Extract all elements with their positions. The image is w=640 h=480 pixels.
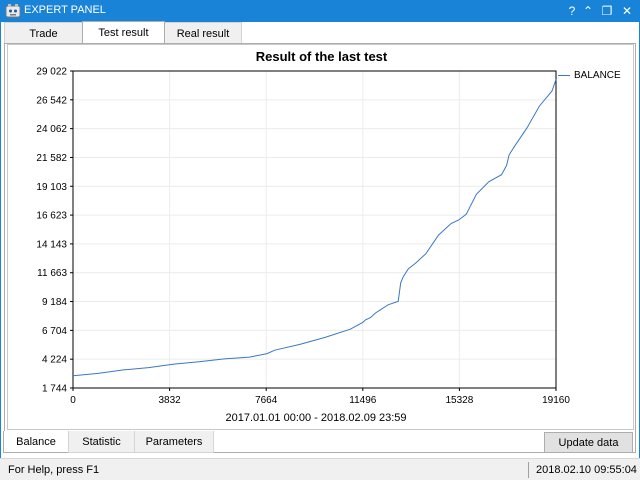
x-tick-label: 19160	[542, 395, 570, 406]
tab-label: Statistic	[82, 435, 121, 448]
y-tick-label: 9 184	[42, 297, 67, 308]
x-tick-label: 15328	[445, 395, 473, 406]
close-button[interactable]: ✕	[618, 1, 636, 21]
window-title: EXPERT PANEL	[24, 4, 106, 16]
tab-statistic[interactable]: Statistic	[68, 431, 135, 453]
tab-label: Real result	[176, 27, 230, 40]
top-tab-strip: Trade Test result Real result	[4, 21, 242, 44]
tab-label: Parameters	[145, 435, 203, 448]
tab-label: Trade	[29, 27, 58, 40]
tab-label: Test result	[98, 27, 149, 39]
y-tick-label: 24 062	[36, 124, 67, 135]
status-datetime: 2018.02.10 09:55:04	[536, 464, 637, 476]
status-help-text: For Help, press F1	[8, 464, 100, 476]
y-tick-label: 21 582	[36, 153, 67, 164]
tab-balance[interactable]: Balance	[3, 431, 69, 453]
minimize-button[interactable]: ⌃	[579, 1, 597, 21]
tab-parameters[interactable]: Parameters	[134, 431, 214, 453]
tab-real-result[interactable]: Real result	[164, 22, 242, 44]
update-data-button[interactable]: Update data	[544, 432, 633, 453]
restore-button[interactable]: ❐	[598, 1, 616, 21]
y-tick-label: 6 704	[42, 326, 67, 337]
y-tick-label: 29 022	[36, 67, 67, 78]
y-tick-label: 19 103	[36, 182, 67, 193]
y-tick-label: 16 623	[36, 211, 67, 222]
legend-swatch	[558, 75, 570, 76]
x-tick-label: 3832	[158, 395, 181, 406]
y-tick-label: 1 744	[42, 384, 67, 395]
status-bar: For Help, press F1 2018.02.10 09:55:04	[0, 458, 640, 480]
legend-entry-balance: BALANCE	[574, 70, 621, 81]
tab-test-result[interactable]: Test result	[82, 21, 165, 44]
tab-trade[interactable]: Trade	[4, 22, 83, 44]
x-tick-label: 11496	[349, 395, 377, 406]
title-bar: EXPERT PANEL ? ⌃ ❐ ✕	[0, 0, 640, 22]
balance-chart: 29 022 26 542 24 062 21 582 19 103 16 623 14 1…	[36, 67, 570, 407]
x-tick-label: 7664	[255, 395, 278, 406]
bottom-tab-strip: Balance Statistic Parameters	[3, 431, 214, 453]
app-icon	[5, 4, 21, 18]
y-tick-label: 26 542	[36, 95, 67, 106]
y-tick-label: 4 224	[42, 355, 67, 366]
x-axis-label: 2017.01.01 00:00 - 2018.02.09 23:59	[225, 412, 407, 424]
x-tick-label: 0	[70, 395, 76, 406]
status-divider	[528, 462, 529, 478]
tab-label: Balance	[16, 435, 56, 448]
series-line-balance	[72, 79, 557, 377]
chart-legend: BALANCE	[558, 70, 621, 81]
chart-container: Result of the last test 29 022 26 542 24 0…	[7, 44, 634, 430]
y-tick-label: 11 663	[37, 268, 67, 279]
y-tick-label: 14 143	[36, 239, 67, 250]
